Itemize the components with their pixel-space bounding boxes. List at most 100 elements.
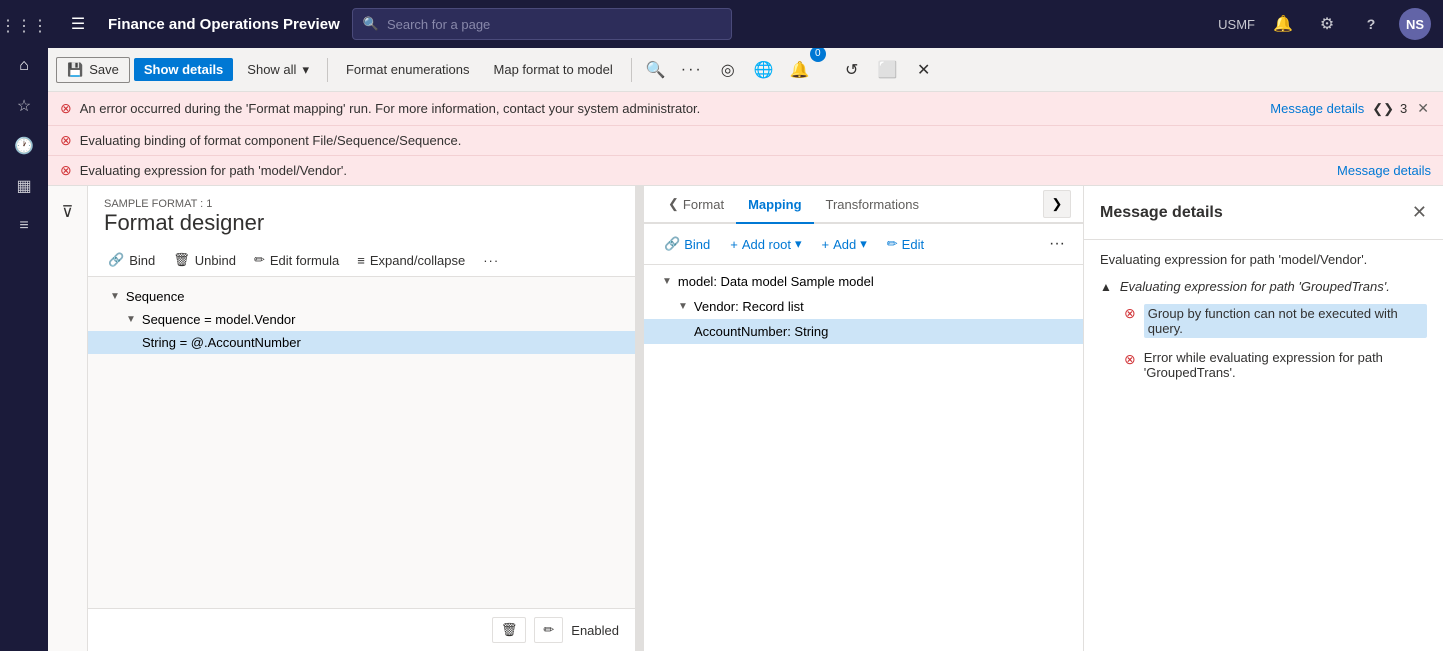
group-expand-button[interactable]: ▲ xyxy=(1100,280,1112,294)
toolbar-divider-2 xyxy=(631,58,632,82)
message-details-link-1[interactable]: Message details xyxy=(1270,101,1364,116)
tab-format[interactable]: ❮ Format xyxy=(656,186,736,222)
user-avatar[interactable]: NS xyxy=(1399,8,1431,40)
chevron-count-icon: ❮❯ xyxy=(1372,101,1394,117)
add-root-arrow: ▾ xyxy=(795,236,802,252)
model-toolbar: 🔗 Bind + Add root ▾ + Add ▾ ✏ xyxy=(644,224,1083,265)
error-bar-1: ⊗ An error occurred during the 'Format m… xyxy=(48,92,1443,126)
model-arrow-2: ▼ xyxy=(678,301,688,312)
target-icon[interactable]: ◎ xyxy=(712,54,744,86)
designer-left-panel: SAMPLE FORMAT : 1 Format designer 🔗 Bind… xyxy=(88,186,635,651)
message-summary: Evaluating expression for path 'model/Ve… xyxy=(1100,252,1427,267)
show-all-button[interactable]: Show all ▾ xyxy=(237,58,319,82)
expand-icon: ≡ xyxy=(357,253,365,268)
close-icon[interactable]: ✕ xyxy=(908,54,940,86)
message-group-header: ▲ Evaluating expression for path 'Groupe… xyxy=(1100,279,1427,294)
search-input[interactable] xyxy=(387,17,721,32)
model-chain-icon: 🔗 xyxy=(664,236,680,252)
mapping-tabs: ❮ Format Mapping Transformations ❯ xyxy=(644,186,1083,224)
tree-arrow-1: ▼ xyxy=(110,291,120,302)
message-panel-body: Evaluating expression for path 'model/Ve… xyxy=(1084,240,1443,651)
tree-item-string-account[interactable]: String = @.AccountNumber xyxy=(88,331,635,354)
designer-sample: SAMPLE FORMAT : 1 xyxy=(104,198,619,210)
navbar: ☰ Finance and Operations Preview 🔍 USMF … xyxy=(48,0,1443,48)
message-error-1: ⊗ Group by function can not be executed … xyxy=(1100,300,1427,342)
search-icon: 🔍 xyxy=(363,16,379,32)
edit-formula-button[interactable]: ✏ Edit formula xyxy=(246,248,347,272)
map-format-button[interactable]: Map format to model xyxy=(484,58,623,81)
edit-model-button[interactable]: ✏ Edit xyxy=(879,232,932,256)
close-error-button[interactable]: ✕ xyxy=(1415,98,1431,119)
format-enumerations-button[interactable]: Format enumerations xyxy=(336,58,480,81)
add-root-button[interactable]: + Add root ▾ xyxy=(722,232,809,256)
more-options-icon[interactable]: ··· xyxy=(676,54,708,86)
globe-icon[interactable]: 🌐 xyxy=(748,54,780,86)
tab-transformations[interactable]: Transformations xyxy=(814,187,931,222)
add-root-icon: + xyxy=(730,237,738,252)
message-error-text-2: Error while evaluating expression for pa… xyxy=(1144,350,1427,380)
expand-window-icon[interactable]: ⬜ xyxy=(872,54,904,86)
bell-icon[interactable]: 🔔 xyxy=(1267,8,1299,40)
model-more-options[interactable]: ··· xyxy=(1043,230,1071,258)
tree-arrow-2: ▼ xyxy=(126,314,136,325)
settings-icon[interactable]: ⚙ xyxy=(1311,8,1343,40)
toolbar-divider-1 xyxy=(327,58,328,82)
error-text-2: Evaluating binding of format component F… xyxy=(80,133,1431,148)
designer-area: ⊽ SAMPLE FORMAT : 1 Format designer 🔗 Bi… xyxy=(48,186,1443,651)
show-details-button[interactable]: Show details xyxy=(134,58,233,81)
delete-bottom-button[interactable]: 🗑 xyxy=(492,617,527,643)
expand-collapse-button[interactable]: ≡ Expand/collapse xyxy=(349,249,473,272)
chevron-down-icon: ▾ xyxy=(302,62,309,78)
msg-error-icon-2: ⊗ xyxy=(1124,351,1136,368)
search-bar[interactable]: 🔍 xyxy=(352,8,732,40)
add-button[interactable]: + Add ▾ xyxy=(814,232,875,256)
sidebar-apps-icon[interactable]: ⋮⋮⋮ xyxy=(6,8,42,44)
model-tree: ▼ model: Data model Sample model ▼ Vendo… xyxy=(644,265,1083,651)
message-error-text-1: Group by function can not be executed wi… xyxy=(1144,304,1427,338)
tab-format-arrow: ❮ xyxy=(668,196,679,212)
message-panel-header: Message details ✕ xyxy=(1084,186,1443,240)
bind-button[interactable]: 🔗 Bind xyxy=(100,248,163,272)
model-item-root[interactable]: ▼ model: Data model Sample model xyxy=(644,269,1083,294)
left-sidebar: ⋮⋮⋮ ⌂ ☆ 🕐 ▦ ≡ xyxy=(0,0,48,651)
error-count: ❮❯ 3 xyxy=(1372,101,1407,117)
navbar-right: USMF 🔔 ⚙ ? NS xyxy=(1218,8,1431,40)
filter-icon[interactable]: ⊽ xyxy=(62,202,74,222)
more-designer-options[interactable]: ··· xyxy=(475,249,507,272)
unbind-button[interactable]: 🗑 Unbind xyxy=(165,248,244,272)
pencil-icon: ✏ xyxy=(543,622,554,638)
message-group-1: ▲ Evaluating expression for path 'Groupe… xyxy=(1100,279,1427,384)
refresh-icon[interactable]: ↺ xyxy=(836,54,868,86)
designer-header: SAMPLE FORMAT : 1 Format designer xyxy=(88,186,635,244)
designer-right-panel: ❮ Format Mapping Transformations ❯ 🔗 xyxy=(643,186,1083,651)
tab-next-button[interactable]: ❯ xyxy=(1043,190,1071,218)
sidebar-modules-icon[interactable]: ≡ xyxy=(6,208,42,244)
tree-item-sequence[interactable]: ▼ Sequence xyxy=(88,285,635,308)
model-item-account[interactable]: AccountNumber: String xyxy=(644,319,1083,344)
close-message-panel-button[interactable]: ✕ xyxy=(1412,202,1427,223)
search-toolbar-icon[interactable]: 🔍 xyxy=(640,54,672,86)
hamburger-icon[interactable]: ☰ xyxy=(60,6,96,42)
sidebar-workspaces-icon[interactable]: ▦ xyxy=(6,168,42,204)
designer-title: Format designer xyxy=(104,210,619,236)
model-item-vendor[interactable]: ▼ Vendor: Record list xyxy=(644,294,1083,319)
error-bar-3: ⊗ Evaluating expression for path 'model/… xyxy=(48,156,1443,185)
sidebar-home-icon[interactable]: ⌂ xyxy=(6,48,42,84)
message-details-link-3[interactable]: Message details xyxy=(1337,163,1431,178)
model-bind-button[interactable]: 🔗 Bind xyxy=(656,232,718,256)
edit-bottom-button[interactable]: ✏ xyxy=(534,617,563,643)
save-button[interactable]: 💾 Save xyxy=(56,57,130,83)
panel-splitter[interactable] xyxy=(635,186,643,651)
error-icon-1: ⊗ xyxy=(60,100,72,117)
tab-mapping[interactable]: Mapping xyxy=(736,187,813,224)
sidebar-favorites-icon[interactable]: ☆ xyxy=(6,88,42,124)
help-icon[interactable]: ? xyxy=(1355,8,1387,40)
status-label: Enabled xyxy=(571,623,619,638)
message-error-2: ⊗ Error while evaluating expression for … xyxy=(1100,346,1427,384)
delete-icon: 🗑 xyxy=(501,622,518,638)
pencil-formula-icon: ✏ xyxy=(254,252,265,268)
error-container: ⊗ An error occurred during the 'Format m… xyxy=(48,92,1443,186)
app-title: Finance and Operations Preview xyxy=(108,16,340,33)
tree-item-sequence-vendor[interactable]: ▼ Sequence = model.Vendor xyxy=(88,308,635,331)
sidebar-history-icon[interactable]: 🕐 xyxy=(6,128,42,164)
